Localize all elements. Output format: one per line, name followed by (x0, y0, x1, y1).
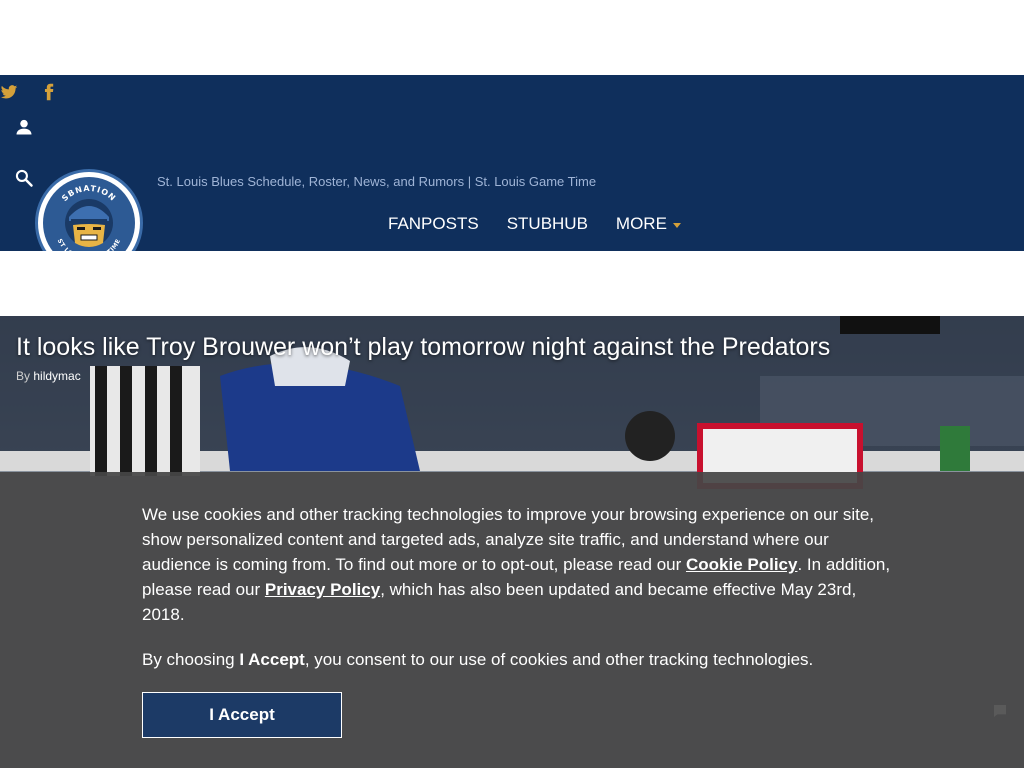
author-link[interactable]: hildymac (33, 369, 80, 383)
social-links (0, 80, 58, 104)
privacy-policy-link[interactable]: Privacy Policy (265, 580, 380, 599)
article-byline: By hildymac (16, 369, 81, 383)
user-icon[interactable] (14, 117, 34, 137)
site-tagline: St. Louis Blues Schedule, Roster, News, … (157, 174, 597, 189)
nav-item-label: FANPOSTS (388, 214, 479, 233)
nav-item-label: STUBHUB (506, 214, 588, 233)
byline-prefix: By (16, 369, 31, 383)
facebook-icon[interactable] (40, 83, 58, 101)
comment-icon[interactable] (992, 703, 1008, 719)
cookie-consent-text: By choosing I Accept, you consent to our… (142, 647, 892, 672)
ad-slot-top (0, 0, 1024, 75)
accept-button[interactable]: I Accept (142, 692, 342, 738)
cookie-banner-text: We use cookies and other tracking techno… (142, 502, 892, 627)
ad-slot-leaderboard (0, 251, 1024, 316)
caret-down-icon (672, 222, 681, 228)
consent-prefix: By choosing (142, 650, 240, 669)
main-nav: FANPOSTS STUBHUB MORE (388, 214, 681, 234)
cookie-policy-link[interactable]: Cookie Policy (686, 555, 797, 574)
search-icon[interactable] (14, 168, 34, 188)
consent-suffix: , you consent to our use of cookies and … (304, 650, 814, 669)
twitter-icon[interactable] (0, 83, 18, 101)
nav-item-fanposts[interactable]: FANPOSTS (388, 214, 479, 234)
nav-item-stubhub[interactable]: STUBHUB (507, 214, 588, 234)
consent-bold: I Accept (239, 650, 305, 669)
nav-item-label: MORE (615, 214, 667, 233)
article-headline[interactable]: It looks like Troy Brouwer won’t play to… (16, 333, 830, 362)
nav-item-more[interactable]: MORE (616, 214, 681, 234)
